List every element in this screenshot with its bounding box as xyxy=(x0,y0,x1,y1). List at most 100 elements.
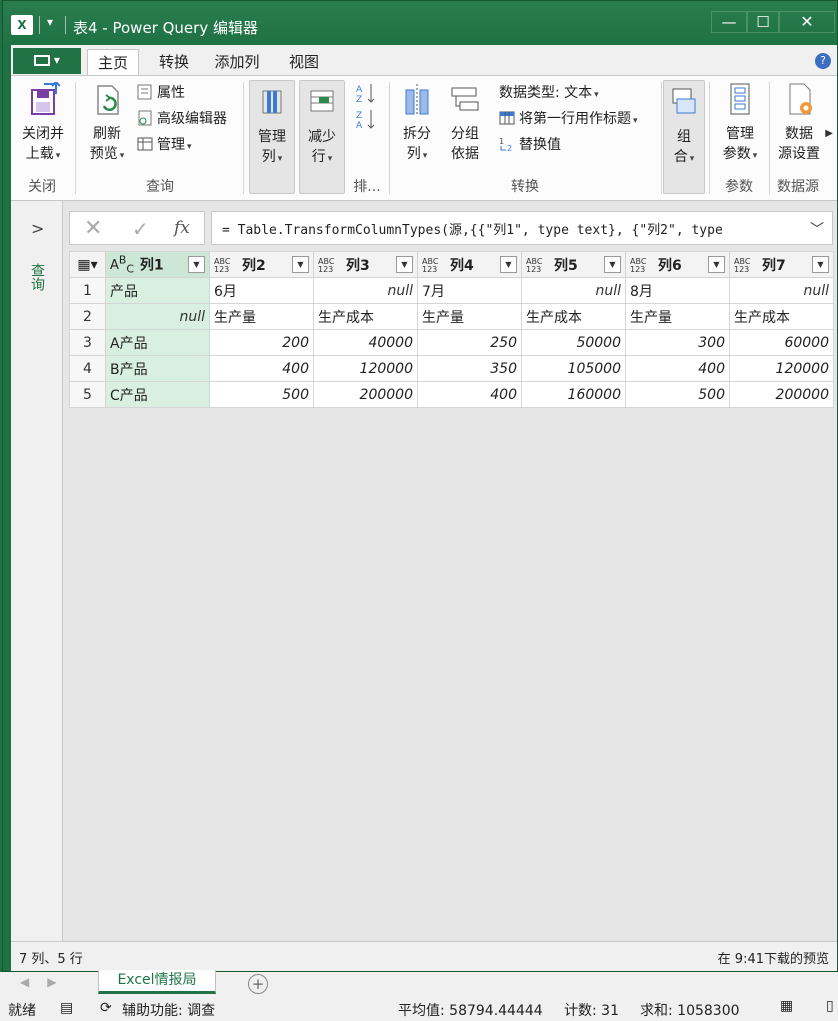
table-cell[interactable]: 400 xyxy=(417,381,522,408)
table-cell[interactable]: 120000 xyxy=(729,355,834,382)
table-cell[interactable]: 500 xyxy=(209,381,314,408)
table-cell[interactable]: 7月 xyxy=(417,277,522,304)
group-by-button[interactable]: 分组 依据 xyxy=(443,82,487,164)
manage-parameters-button[interactable]: 管理 参数 ▾ xyxy=(715,82,765,166)
table-cell[interactable]: 50000 xyxy=(521,329,626,356)
minimize-button[interactable]: — xyxy=(711,11,747,33)
table-cell[interactable]: 400 xyxy=(625,355,730,382)
table-cell[interactable]: 200000 xyxy=(313,381,418,408)
table-cell[interactable]: null xyxy=(105,303,210,330)
table-cell[interactable]: C产品 xyxy=(105,381,210,408)
advanced-editor-button[interactable]: 高级编辑器 xyxy=(137,108,227,130)
normal-view-icon[interactable]: ▦ xyxy=(780,998,793,1014)
table-cell[interactable]: 6月 xyxy=(209,277,314,304)
column-header[interactable]: ABC 123 列4 ▼ xyxy=(417,251,522,278)
sort-ascending-button[interactable]: AZ xyxy=(355,82,381,106)
any-type-icon[interactable]: ABC 123 xyxy=(734,257,756,274)
table-cell[interactable]: 500 xyxy=(625,381,730,408)
replace-values-button[interactable]: 1 2 替换值 xyxy=(499,134,561,156)
any-type-icon[interactable]: ABC 123 xyxy=(318,257,340,274)
close-and-load-button[interactable]: 关闭并 上载 ▾ xyxy=(15,80,71,166)
reduce-rows-button[interactable]: 减少 行 ▾ xyxy=(299,80,345,194)
table-cell[interactable]: 200 xyxy=(209,329,314,356)
data-type-dropdown[interactable]: 数据类型: 文本 ▾ xyxy=(499,82,599,104)
column-header[interactable]: ABC 123 列6 ▼ xyxy=(625,251,730,278)
page-layout-icon[interactable]: ▯ xyxy=(826,998,834,1014)
table-cell[interactable]: 生产成本 xyxy=(313,303,418,330)
table-cell[interactable]: 60000 xyxy=(729,329,834,356)
table-cell[interactable]: 350 xyxy=(417,355,522,382)
table-cell[interactable]: 8月 xyxy=(625,277,730,304)
table-cell[interactable]: 生产量 xyxy=(209,303,314,330)
any-type-icon[interactable]: ABC 123 xyxy=(214,257,236,274)
tab-view[interactable]: 视图 xyxy=(281,49,327,75)
column-header[interactable]: ABC 列1 ▼ xyxy=(105,251,210,278)
use-first-row-as-headers-button[interactable]: 将第一行用作标题 ▾ xyxy=(499,108,638,130)
row-number[interactable]: 1 xyxy=(69,277,106,304)
row-number[interactable]: 3 xyxy=(69,329,106,356)
ribbon-scroll-right-icon[interactable]: ▶ xyxy=(825,128,833,139)
macro-record-icon[interactable]: ▤ xyxy=(60,1000,73,1016)
file-menu-button[interactable]: ▾ xyxy=(13,48,81,74)
add-sheet-button[interactable]: + xyxy=(248,974,268,994)
properties-button[interactable]: 属性 xyxy=(137,82,185,104)
table-cell[interactable]: 产品 xyxy=(105,277,210,304)
filter-dropdown-icon[interactable]: ▼ xyxy=(188,256,205,273)
row-number[interactable]: 4 xyxy=(69,355,106,382)
formula-input[interactable]: = Table.TransformColumnTypes(源,{{"列1", t… xyxy=(211,211,833,245)
table-cell[interactable]: 生产量 xyxy=(417,303,522,330)
data-source-settings-button[interactable]: 数据 源设置 xyxy=(773,82,825,164)
filter-dropdown-icon[interactable]: ▼ xyxy=(708,256,725,273)
help-icon[interactable]: ? xyxy=(815,53,831,69)
sort-descending-button[interactable]: ZA xyxy=(355,108,381,132)
table-menu-icon[interactable]: ▦▾ xyxy=(69,251,106,278)
table-cell[interactable]: 300 xyxy=(625,329,730,356)
accessibility-icon[interactable]: ⟳ xyxy=(100,1000,112,1016)
cancel-formula-icon[interactable]: ✕ xyxy=(84,216,102,241)
table-cell[interactable]: 生产量 xyxy=(625,303,730,330)
fx-icon[interactable]: fx xyxy=(174,218,190,238)
table-cell[interactable]: 生产成本 xyxy=(521,303,626,330)
confirm-formula-icon[interactable]: ✓ xyxy=(132,217,149,241)
filter-dropdown-icon[interactable]: ▼ xyxy=(396,256,413,273)
filter-dropdown-icon[interactable]: ▼ xyxy=(604,256,621,273)
refresh-preview-button[interactable]: 刷新 预览 ▾ xyxy=(81,82,133,166)
row-number[interactable]: 5 xyxy=(69,381,106,408)
table-cell[interactable]: 400 xyxy=(209,355,314,382)
filter-dropdown-icon[interactable]: ▼ xyxy=(292,256,309,273)
table-cell[interactable]: 160000 xyxy=(521,381,626,408)
tab-home[interactable]: 主页 xyxy=(87,49,139,75)
filter-dropdown-icon[interactable]: ▼ xyxy=(812,256,829,273)
any-type-icon[interactable]: ABC 123 xyxy=(526,257,548,274)
table-cell[interactable]: null xyxy=(313,277,418,304)
tab-transform[interactable]: 转换 xyxy=(149,49,199,75)
any-type-icon[interactable]: ABC 123 xyxy=(630,257,652,274)
table-cell[interactable]: 250 xyxy=(417,329,522,356)
table-cell[interactable]: 生产成本 xyxy=(729,303,834,330)
column-header[interactable]: ABC 123 列2 ▼ xyxy=(209,251,314,278)
column-header[interactable]: ABC 123 列7 ▼ xyxy=(729,251,834,278)
table-cell[interactable]: A产品 xyxy=(105,329,210,356)
row-number[interactable]: 2 xyxy=(69,303,106,330)
any-type-icon[interactable]: ABC 123 xyxy=(422,257,444,274)
table-cell[interactable]: 200000 xyxy=(729,381,834,408)
sheet-nav-arrows-icon[interactable]: ◀▶ xyxy=(20,975,74,989)
table-cell[interactable]: null xyxy=(521,277,626,304)
table-cell[interactable]: 40000 xyxy=(313,329,418,356)
sheet-tab[interactable]: Excel情报局 xyxy=(98,970,216,994)
table-cell[interactable]: B产品 xyxy=(105,355,210,382)
queries-pane-label[interactable]: 查询 xyxy=(27,263,47,291)
expand-formula-icon[interactable]: ﹀ xyxy=(810,219,824,239)
column-header[interactable]: ABC 123 列5 ▼ xyxy=(521,251,626,278)
quick-access-dropdown-icon[interactable]: ▾ xyxy=(47,15,53,29)
table-cell[interactable]: 120000 xyxy=(313,355,418,382)
close-button[interactable]: ✕ xyxy=(779,11,835,33)
split-column-button[interactable]: 拆分 列 ▾ xyxy=(395,82,439,166)
column-header[interactable]: ABC 123 列3 ▼ xyxy=(313,251,418,278)
text-type-icon[interactable]: ABC xyxy=(110,254,134,276)
manage-columns-button[interactable]: 管理 列 ▾ xyxy=(249,80,295,194)
maximize-button[interactable]: ☐ xyxy=(747,11,779,33)
manage-query-button[interactable]: 管理 ▾ xyxy=(137,134,192,156)
accessibility-status[interactable]: 辅助功能: 调查 xyxy=(122,1000,215,1020)
combine-button[interactable]: 组 合 ▾ xyxy=(663,80,705,194)
